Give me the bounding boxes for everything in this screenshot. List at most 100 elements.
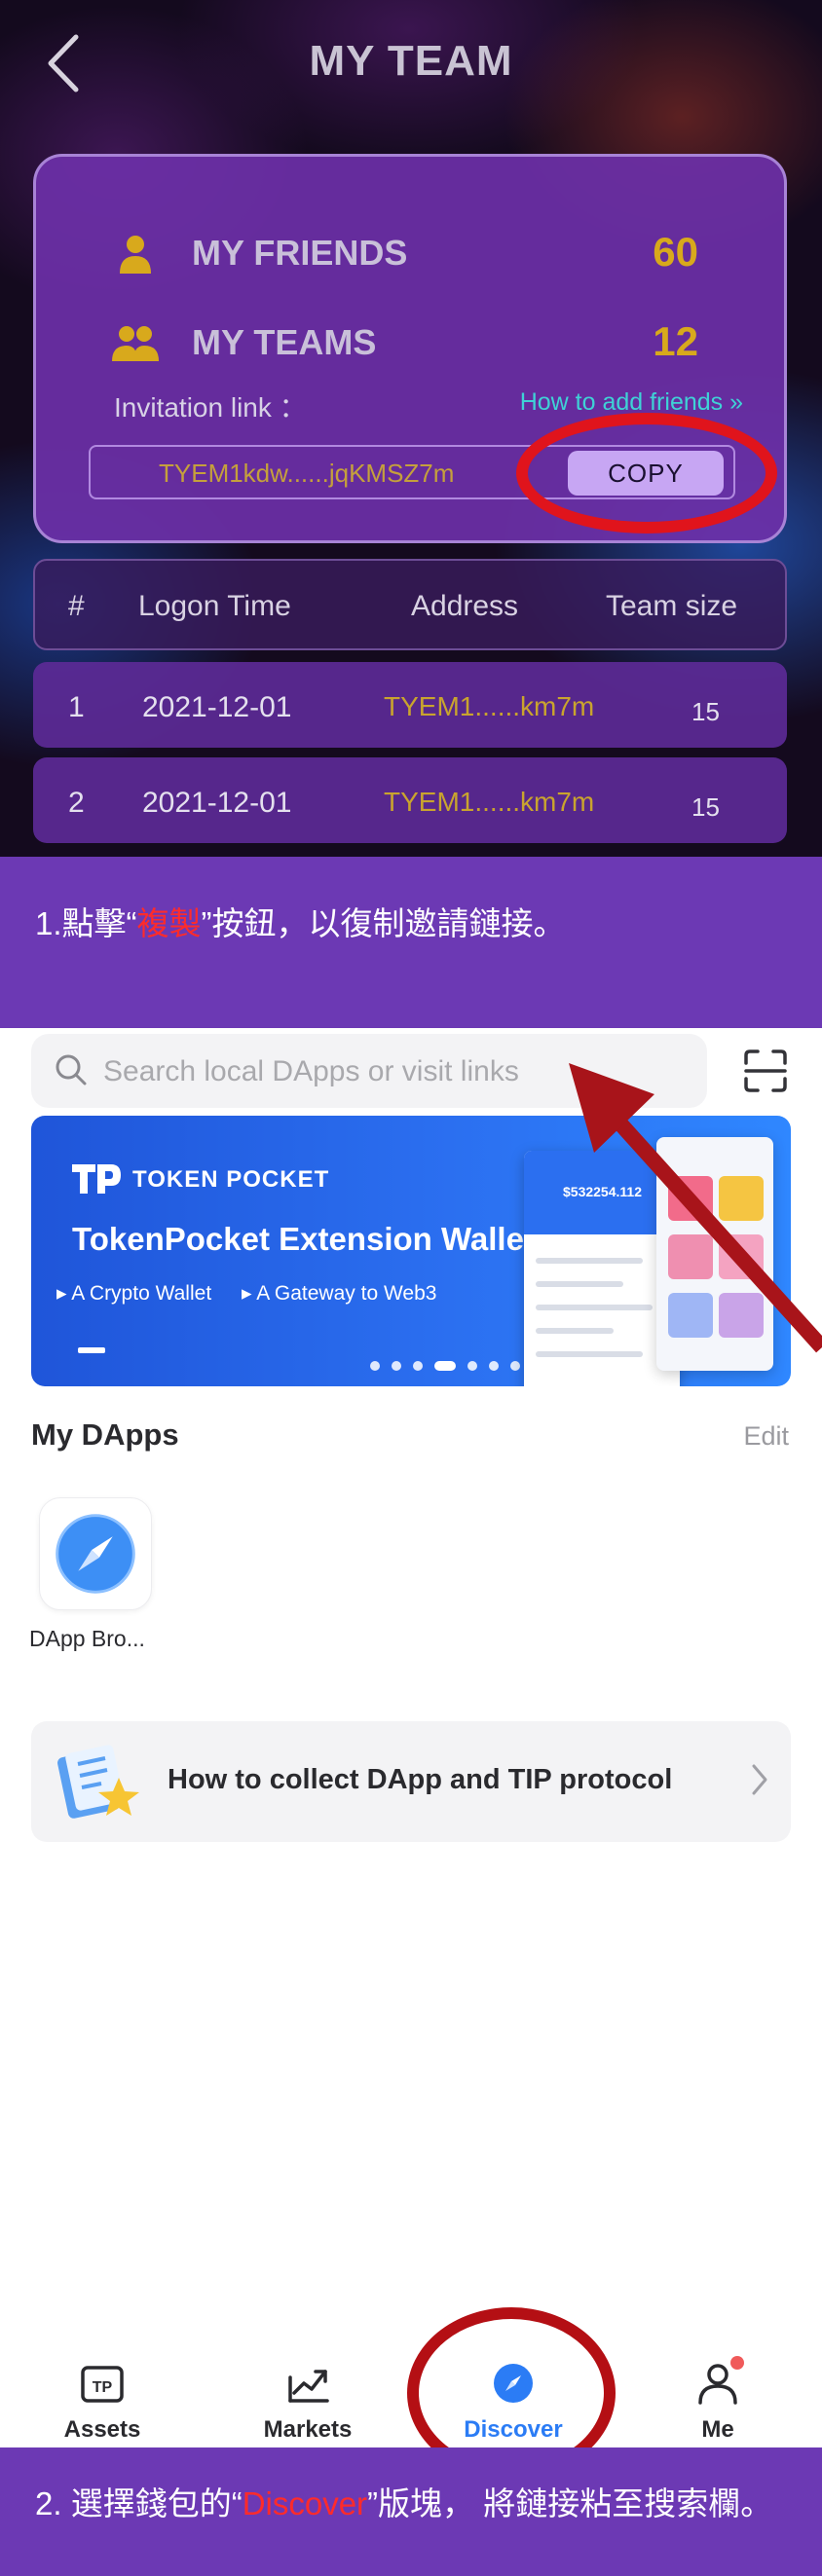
carousel-dot	[392, 1361, 401, 1371]
col-index-header: #	[68, 590, 85, 622]
nft-tile	[719, 1234, 764, 1279]
nft-gallery-mockup	[656, 1137, 773, 1371]
teams-row: MY TEAMS 12	[36, 314, 784, 373]
carousel-dot	[489, 1361, 499, 1371]
document-star-icon	[57, 1745, 139, 1819]
page-title: MY TEAM	[309, 37, 513, 85]
page: MY TEAM MY FRIENDS 60 MY TEAMS 12 Invita…	[0, 0, 822, 2576]
tab-markets-label: Markets	[263, 2416, 353, 2443]
friends-row: MY FRIENDS 60	[36, 225, 784, 283]
instruction-1-suffix: ”按鈕，以復制邀請鏈接。	[201, 905, 566, 941]
promo-banner[interactable]: TOKEN POCKET TokenPocket Extension Walle…	[31, 1116, 791, 1386]
carousel-dot	[370, 1361, 380, 1371]
invitation-link-field[interactable]: TYEM1kdw......jqKMSZ7m COPY	[89, 445, 735, 499]
compass-icon	[56, 1514, 135, 1594]
edit-button[interactable]: Edit	[743, 1421, 789, 1452]
banner-bullet-1-text: A Crypto Wallet	[71, 1282, 212, 1305]
instruction-band-2: 2. 選擇錢包的“Discover”版塊， 將鏈接粘至搜索欄。	[0, 2447, 822, 2576]
row-index: 1	[68, 691, 85, 723]
teams-label: MY TEAMS	[192, 322, 377, 362]
teams-count: 12	[653, 318, 698, 364]
team-summary-card: MY FRIENDS 60 MY TEAMS 12 Invitation lin…	[33, 154, 787, 543]
my-dapps-title: My DApps	[31, 1417, 179, 1452]
mockup-line	[536, 1281, 623, 1287]
invitation-link-label: Invitation link ：	[114, 392, 307, 423]
tab-assets[interactable]: TP Assets	[29, 2337, 175, 2447]
row-index: 2	[68, 787, 85, 819]
carousel-dot	[467, 1361, 477, 1371]
banner-brand: TOKEN POCKET	[132, 1166, 330, 1193]
person-icon	[120, 236, 151, 274]
nft-tile	[719, 1293, 764, 1338]
mockup-line	[536, 1351, 643, 1357]
friends-label: MY FRIENDS	[192, 233, 408, 273]
friends-count: 60	[653, 229, 698, 275]
invitation-link-value: TYEM1kdw......jqKMSZ7m	[159, 459, 455, 488]
nft-tile	[668, 1293, 713, 1338]
chart-icon	[288, 2370, 329, 2403]
mockup-line	[536, 1328, 614, 1334]
carousel-dot	[413, 1361, 423, 1371]
search-input[interactable]: Search local DApps or visit links	[31, 1034, 707, 1108]
tip-protocol-text: How to collect DApp and TIP protocol	[168, 1764, 673, 1795]
group-icon	[112, 326, 159, 361]
chevron-right-icon	[752, 1764, 767, 1795]
tip-protocol-card[interactable]: How to collect DApp and TIP protocol	[31, 1721, 791, 1842]
carousel-dots	[370, 1361, 520, 1371]
row-team-size: 15	[691, 697, 720, 726]
carousel-dot-active	[434, 1361, 456, 1371]
search-icon	[56, 1054, 87, 1086]
table-row: 1 2021-12-01 TYEM1......km7m 15	[33, 662, 787, 748]
notification-dot	[730, 2356, 744, 2370]
tab-markets[interactable]: Markets	[235, 2337, 381, 2447]
instruction-1-prefix: 1.點擊“	[35, 905, 137, 941]
bottom-tab-bar: TP Assets Markets Discover Me	[0, 2337, 822, 2447]
search-placeholder: Search local DApps or visit links	[103, 1055, 519, 1087]
row-team-size: 15	[691, 792, 720, 822]
nft-tile	[719, 1176, 764, 1221]
mockup-line	[536, 1305, 653, 1310]
instruction-2-text: 2. 選擇錢包的“Discover”版塊， 將鏈接粘至搜索欄。	[35, 2481, 775, 2527]
instruction-1-highlight: 複製	[136, 905, 202, 941]
row-address: TYEM1......km7m	[384, 691, 595, 721]
banner-bullet-2-text: A Gateway to Web3	[256, 1282, 437, 1305]
nft-tile	[668, 1234, 713, 1279]
team-table-header: # Logon Time Address Team size	[33, 559, 787, 650]
my-team-screen: MY TEAM MY FRIENDS 60 MY TEAMS 12 Invita…	[0, 0, 822, 857]
banner-bullet-1: ▸ A Crypto Wallet	[56, 1282, 212, 1305]
banner-title: TokenPocket Extension Wallet	[72, 1221, 535, 1257]
tp-logo-icon	[72, 1164, 121, 1194]
svg-text:TP: TP	[93, 2379, 113, 2396]
carousel-dot	[510, 1361, 520, 1371]
tab-discover[interactable]: Discover	[440, 2337, 586, 2447]
how-to-add-friends-link[interactable]: How to add friends »	[520, 388, 743, 417]
col-address-header: Address	[411, 590, 519, 622]
instruction-1-text: 1.點擊“複製”按鈕，以復制邀請鏈接。	[35, 898, 566, 944]
tab-me[interactable]: Me	[645, 2337, 791, 2447]
instruction-2-prefix: 2. 選擇錢包的“	[35, 2485, 243, 2521]
top-bar: MY TEAM	[0, 0, 822, 127]
col-logon-time-header: Logon Time	[138, 590, 291, 622]
tab-assets-label: Assets	[63, 2416, 141, 2443]
copy-button[interactable]: COPY	[568, 451, 724, 496]
banner-dash	[78, 1347, 105, 1353]
table-row: 2 2021-12-01 TYEM1......km7m 15	[33, 757, 787, 843]
row-logon-time: 2021-12-01	[142, 787, 292, 819]
tab-discover-label: Discover	[464, 2416, 563, 2443]
nft-tile	[668, 1176, 713, 1221]
instruction-band-1: 1.點擊“複製”按鈕，以復制邀請鏈接。	[0, 857, 822, 1028]
tab-me-label: Me	[701, 2416, 734, 2443]
mockup-line	[536, 1258, 643, 1264]
row-logon-time: 2021-12-01	[142, 691, 292, 723]
col-team-size-header: Team size	[606, 590, 738, 622]
instruction-2-highlight: Discover	[242, 2485, 368, 2521]
compass-icon	[494, 2364, 533, 2403]
dapp-browser-tile[interactable]	[39, 1497, 152, 1610]
tp-wallet-icon: TP	[81, 2366, 124, 2403]
dapp-browser-name: DApp Bro...	[29, 1626, 145, 1651]
scan-icon[interactable]	[742, 1048, 789, 1094]
row-address: TYEM1......km7m	[384, 787, 595, 817]
banner-bullet-2: ▸ A Gateway to Web3	[242, 1282, 437, 1305]
instruction-2-suffix: ”版塊， 將鏈接粘至搜索欄。	[367, 2485, 773, 2521]
mockup-balance: $532254.112	[563, 1184, 642, 1199]
